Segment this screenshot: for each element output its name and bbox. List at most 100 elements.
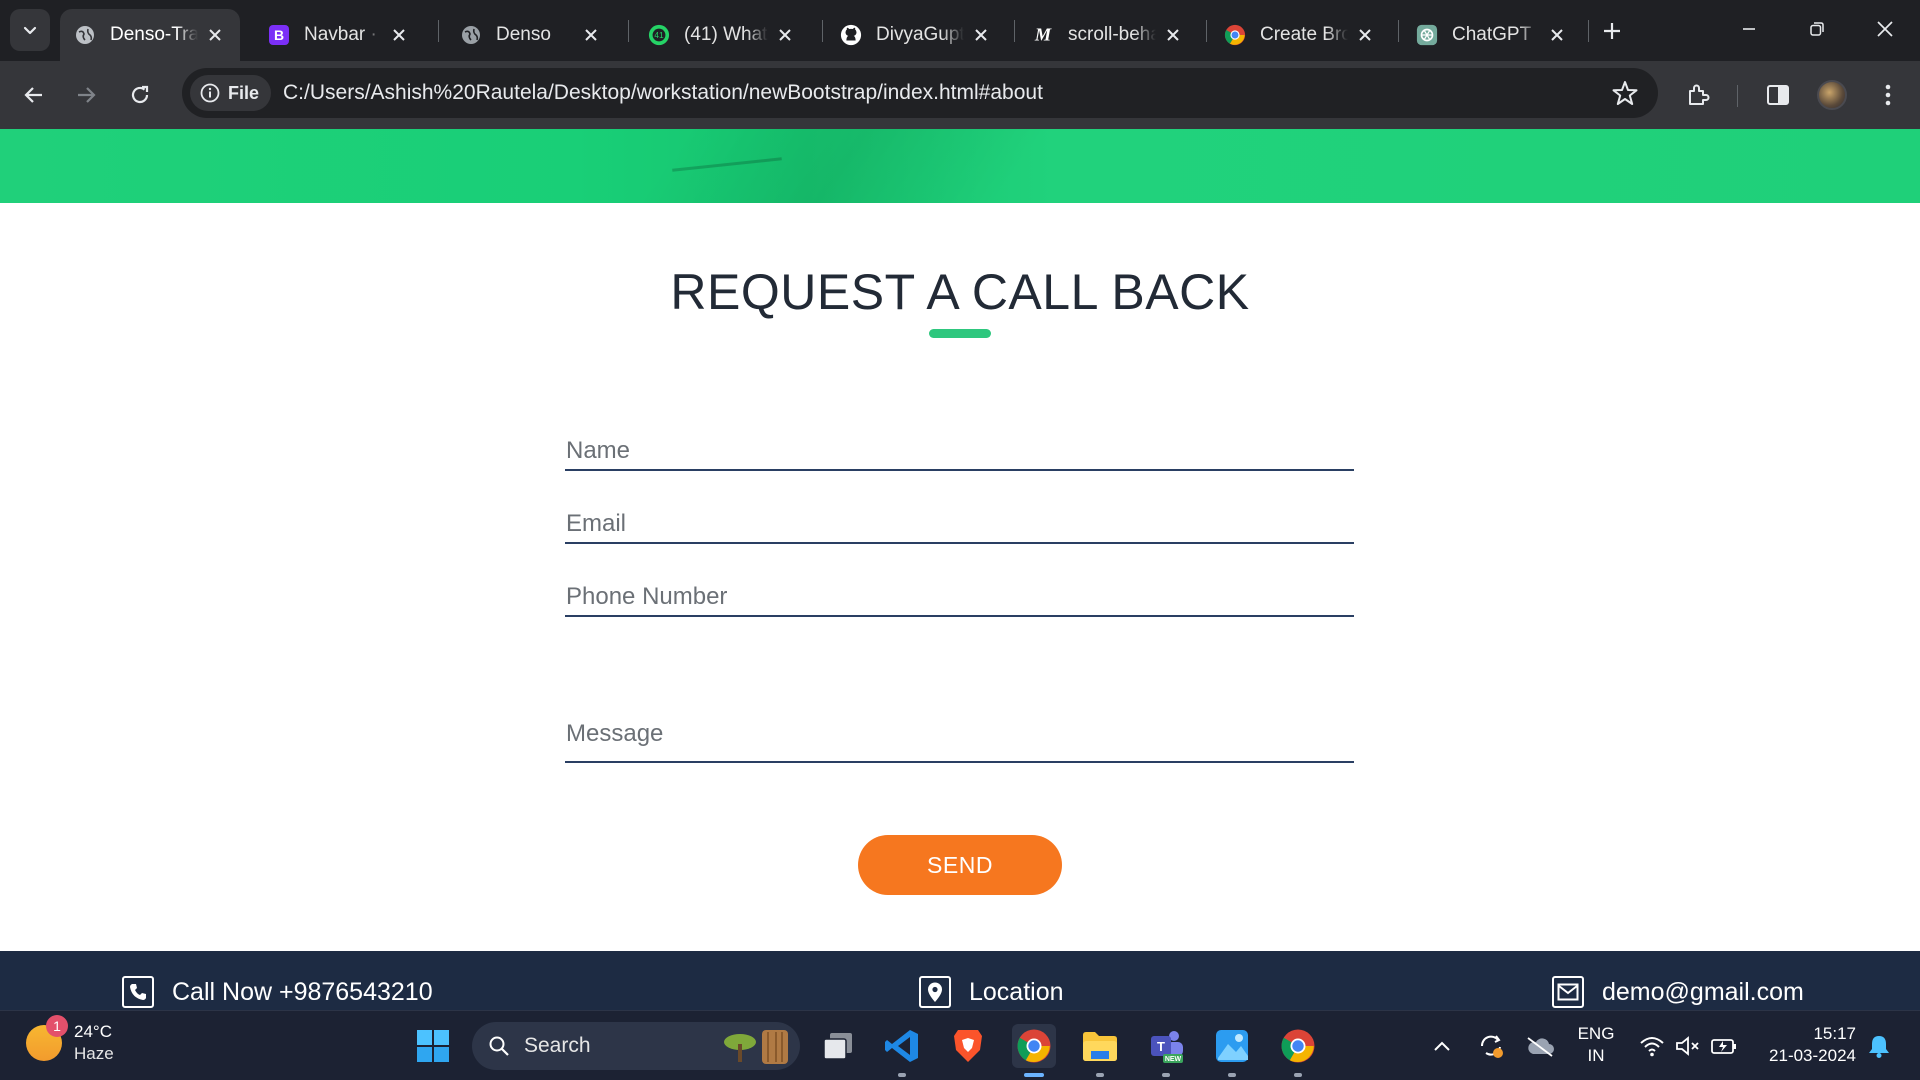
name-field[interactable] [565, 421, 1354, 471]
minimize-window-button[interactable] [1720, 8, 1778, 50]
browser-tab[interactable]: M scroll-behavior [1018, 9, 1198, 61]
back-button[interactable] [14, 75, 54, 115]
tab-divider [438, 20, 439, 42]
close-tab-icon[interactable] [1354, 24, 1376, 46]
github-icon [840, 24, 862, 46]
battery-tray[interactable] [1708, 1025, 1740, 1067]
close-tab-icon[interactable] [774, 24, 796, 46]
sync-status-tray[interactable] [1476, 1025, 1508, 1067]
browser-tab[interactable]: 41 (41) WhatsApp [634, 9, 810, 61]
weather-widget[interactable]: 1 24°C Haze [26, 1015, 114, 1065]
close-tab-icon[interactable] [1162, 24, 1184, 46]
tab-divider [1014, 20, 1015, 42]
puzzle-icon [1689, 84, 1710, 105]
more-vertical-icon [1885, 84, 1891, 106]
reload-icon [131, 85, 149, 104]
footer-location[interactable]: Location [919, 976, 1064, 1008]
vscode-app[interactable] [880, 1024, 924, 1077]
message-field[interactable] [565, 638, 1354, 763]
restore-icon [1810, 22, 1824, 36]
forward-button[interactable] [66, 75, 106, 115]
chrome-app[interactable] [1012, 1024, 1056, 1077]
tab-divider [628, 20, 629, 42]
vscode-icon [885, 1030, 918, 1062]
close-tab-icon[interactable] [1546, 24, 1568, 46]
close-icon [1877, 21, 1893, 37]
browser-tab[interactable]: Create Browser [1210, 9, 1390, 61]
close-window-button[interactable] [1856, 8, 1914, 50]
volume-tray[interactable] [1672, 1025, 1704, 1067]
photos-icon [1216, 1030, 1248, 1062]
footer-location-text: Location [969, 977, 1064, 1006]
new-tab-button[interactable] [1594, 15, 1630, 47]
sync-icon [1480, 1035, 1503, 1058]
system-clock[interactable]: 15:17 21-03-2024 [1752, 1023, 1856, 1067]
site-info-chip[interactable]: File [190, 75, 272, 111]
tab-title: ChatGPT [1452, 24, 1532, 45]
footer-phone[interactable]: Call Now +9876543210 [122, 976, 433, 1008]
close-tab-icon[interactable] [388, 24, 410, 46]
search-highlight-illustration [724, 1030, 788, 1064]
folder-icon [1083, 1032, 1117, 1061]
browser-tab-active[interactable]: Denso-Travel [60, 9, 240, 61]
close-tab-icon[interactable] [580, 24, 602, 46]
brave-app[interactable] [946, 1024, 990, 1068]
title-underline [929, 329, 991, 338]
phone-field[interactable] [565, 567, 1354, 617]
start-button[interactable] [411, 1024, 455, 1068]
footer-email[interactable]: demo@gmail.com [1552, 976, 1804, 1008]
message-textarea[interactable] [565, 638, 1354, 761]
show-hidden-icons-button[interactable] [1426, 1025, 1458, 1067]
chrome-icon [1281, 1029, 1315, 1063]
network-tray[interactable] [1636, 1025, 1668, 1067]
browser-tab[interactable]: B Navbar · Bootstrap [254, 9, 424, 61]
side-panel-button[interactable] [1760, 77, 1796, 113]
restore-window-button[interactable] [1788, 8, 1846, 50]
notification-badge: 1 [46, 1015, 68, 1037]
address-bar[interactable]: File C:/Users/Ashish%20Rautela/Desktop/w… [182, 68, 1658, 118]
file-explorer-app[interactable] [1078, 1024, 1122, 1077]
photos-app[interactable] [1210, 1024, 1254, 1077]
browser-tab[interactable]: ChatGPT [1402, 9, 1582, 61]
site-info-label: File [228, 82, 260, 103]
tab-divider [822, 20, 823, 42]
plus-icon [1604, 23, 1620, 39]
browser-tab[interactable]: DivyaGupta [826, 9, 1006, 61]
notification-bell-icon[interactable] [1866, 1033, 1892, 1059]
teams-app[interactable]: T NEW [1144, 1024, 1188, 1077]
name-input[interactable] [565, 421, 1354, 469]
chrome-menu-button[interactable] [1870, 77, 1906, 113]
profile-avatar[interactable] [1817, 80, 1847, 110]
tab-title: Create Browser [1260, 24, 1348, 45]
input-language-indicator[interactable]: ENG IN [1574, 1023, 1618, 1067]
browser-tab-strip: Denso-Travel B Navbar · Bootstrap Denso … [0, 0, 1920, 61]
send-button[interactable]: SEND [858, 835, 1062, 895]
tab-search-button[interactable] [10, 9, 50, 51]
weather-temperature: 24°C [74, 1022, 112, 1041]
svg-text:T: T [1157, 1039, 1165, 1054]
url-text[interactable]: C:/Users/Ashish%20Rautela/Desktop/workst… [283, 81, 1043, 105]
whatsapp-icon: 41 [648, 24, 670, 46]
battery-charging-icon [1711, 1039, 1736, 1054]
reload-button[interactable] [120, 75, 160, 115]
weather-condition: Haze [74, 1044, 114, 1063]
close-tab-icon[interactable] [970, 24, 992, 46]
phone-input[interactable] [565, 567, 1354, 615]
chrome-profile-app[interactable] [1276, 1024, 1320, 1077]
extensions-button[interactable] [1680, 77, 1716, 113]
onedrive-tray[interactable] [1524, 1025, 1556, 1067]
browser-toolbar: File C:/Users/Ashish%20Rautela/Desktop/w… [0, 61, 1920, 129]
close-tab-icon[interactable] [204, 24, 226, 46]
email-field[interactable] [565, 494, 1354, 544]
page-viewport: REQUEST A CALL BACK SEND Call Now +98765… [0, 129, 1920, 1010]
chevron-down-icon [23, 26, 37, 35]
tab-title: DivyaGupta [876, 24, 964, 45]
chevron-up-icon [1434, 1041, 1450, 1051]
browser-tab[interactable]: Denso [446, 9, 616, 61]
footer-phone-text: Call Now +9876543210 [172, 977, 433, 1006]
taskbar-search[interactable]: Search [472, 1022, 800, 1070]
email-input[interactable] [565, 494, 1354, 542]
mail-icon [1552, 976, 1584, 1008]
bookmark-star-icon[interactable] [1612, 80, 1638, 106]
task-view-button[interactable] [816, 1024, 860, 1068]
